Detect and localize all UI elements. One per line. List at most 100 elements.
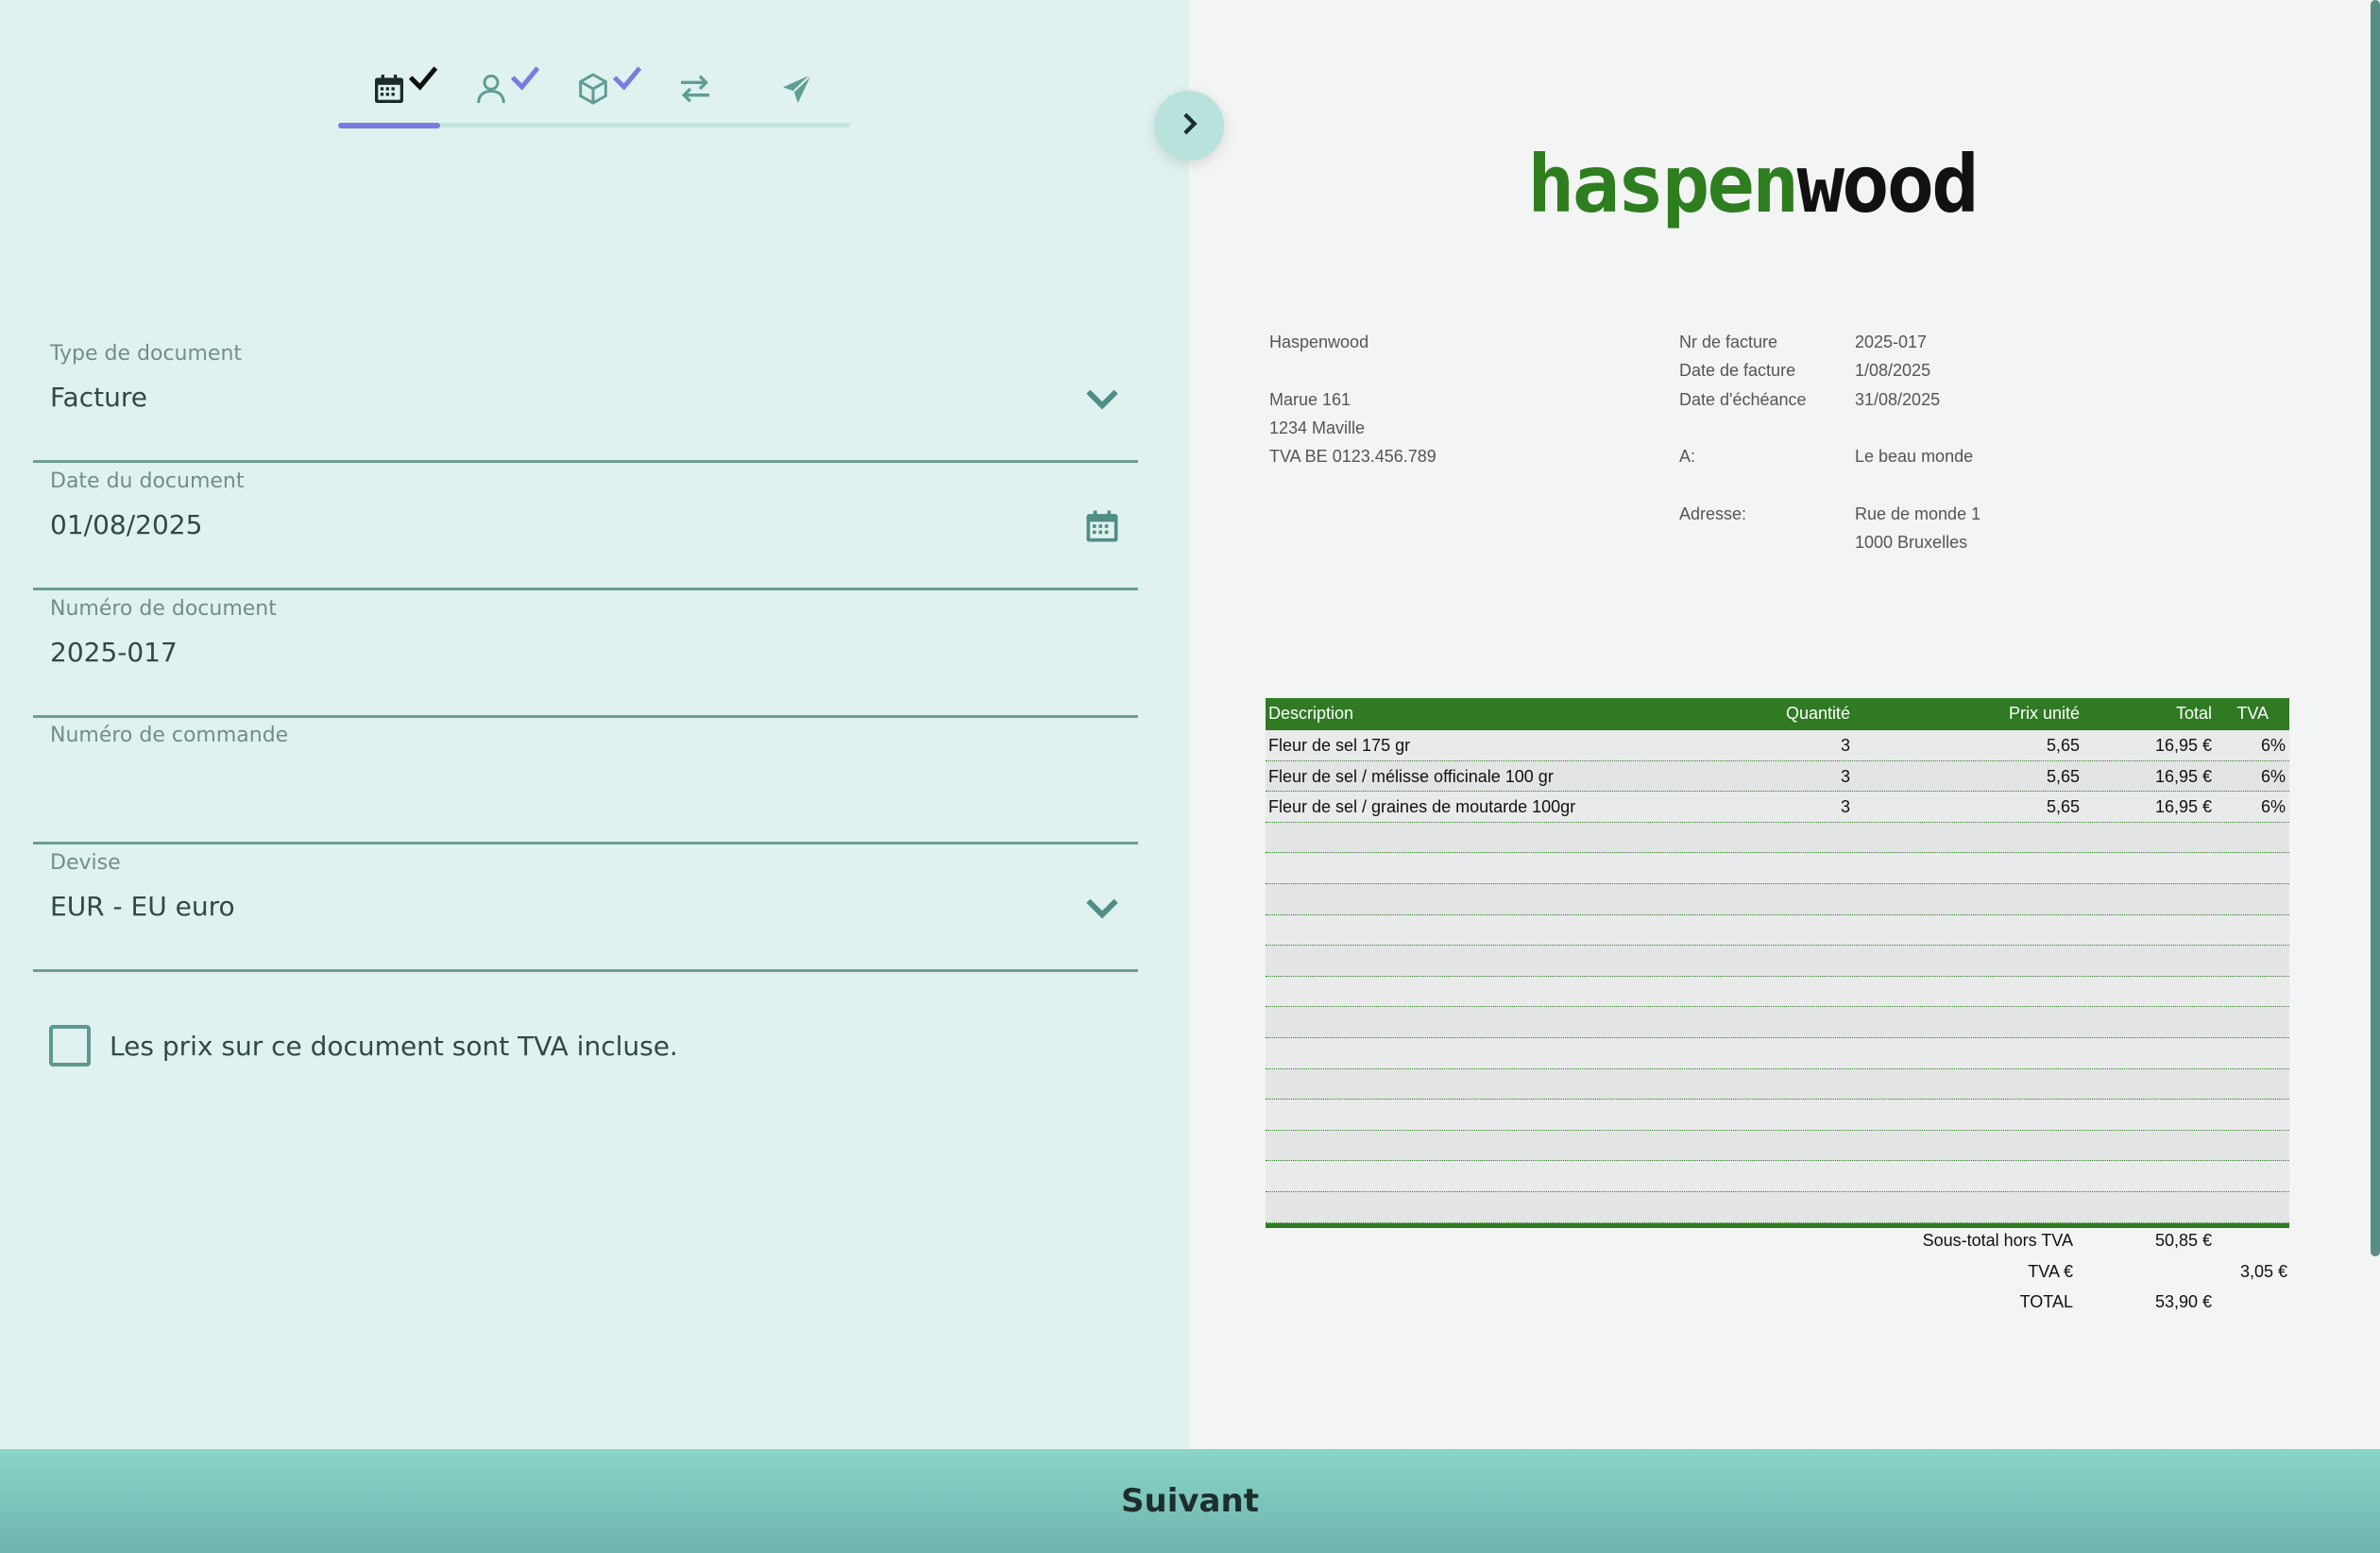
table-row: Fleur de sel / mélisse officinale 100 gr… [1266,760,2289,793]
line-vat: 6% [2260,797,2286,817]
company-name: Haspenwood [1269,333,1369,351]
table-row-empty [1266,1130,2289,1162]
line-quantity: 3 [1840,766,1850,786]
column-vat: TVA [2236,704,2269,723]
currency-label: Devise [50,851,121,875]
step-document-details[interactable] [338,57,440,125]
vat-total-value: 3,05 € [2239,1262,2287,1281]
check-icon [608,59,642,91]
document-number-field[interactable]: Numéro de document 2025-017 [33,591,1138,718]
grand-total-value: 53,90 € [2154,1292,2212,1311]
step-send[interactable] [746,57,848,125]
document-type-select[interactable]: Type de document Facture [33,336,1138,463]
vat-total-label: TVA € [2028,1262,2073,1281]
line-total: 16,95 € [2154,766,2212,786]
column-quantity: Quantité [1785,704,1850,723]
table-row-empty [1266,1037,2289,1069]
table-row-empty [1266,1068,2289,1101]
table-row-empty [1266,1161,2289,1192]
line-quantity: 3 [1840,736,1850,755]
document-number-label: Numéro de document [50,597,277,621]
chevron-right-icon [1173,108,1205,144]
address-line2: 1000 Bruxelles [1855,533,1968,552]
table-row-empty [1266,946,2289,977]
address-line1: Rue de monde 1 [1855,504,1981,523]
line-description: Fleur de sel / mélisse officinale 100 gr [1268,766,1554,786]
table-row: Fleur de sel / graines de moutarde 100gr… [1266,792,2289,823]
next-button-label: Suivant [1121,1482,1259,1520]
table-row-empty [1266,976,2289,1008]
step-navigation [338,57,850,132]
currency-value: EUR - EU euro [50,891,235,922]
document-number-value: 2025-017 [50,637,178,668]
vat-included-checkbox[interactable] [49,1025,91,1067]
step-active-indicator [338,123,440,128]
table-bottom-rule [1266,1222,2289,1228]
table-row-empty [1266,1100,2289,1131]
subtotal-label: Sous-total hors TVA [1922,1231,2073,1250]
step-customer[interactable] [440,57,542,125]
table-row-empty [1266,1007,2289,1038]
line-description: Fleur de sel / graines de moutarde 100gr [1268,797,1576,817]
user-icon [472,70,510,111]
line-quantity: 3 [1840,797,1850,817]
currency-select[interactable]: Devise EUR - EU euro [33,845,1138,972]
line-unit-price: 5,65 [2046,797,2080,817]
grand-total-label: TOTAL [2019,1292,2073,1311]
document-date-value: 01/08/2025 [50,509,203,540]
line-vat: 6% [2260,736,2286,755]
send-icon [778,70,816,111]
line-unit-price: 5,65 [2046,736,2080,755]
subtotal-value: 50,85 € [2154,1231,2212,1250]
logo-part-wood: wood [1796,138,1979,230]
line-total: 16,95 € [2154,797,2212,817]
recipient-value: Le beau monde [1855,447,1974,466]
invoice-number-value: 2025-017 [1855,333,1928,351]
exchange-icon [676,70,714,111]
calendar-icon [370,70,408,111]
address-label: Adresse: [1679,504,1747,523]
column-description: Description [1268,704,1354,723]
table-row-empty [1266,883,2289,915]
column-total: Total [2175,704,2212,723]
toggle-preview-button[interactable] [1154,91,1224,161]
check-icon [404,59,438,91]
table-row: Fleur de sel 175 gr 3 5,65 16,95 € 6% [1266,730,2289,761]
table-row-empty [1266,1191,2289,1223]
vat-included-option: Les prix sur ce document sont TVA inclus… [49,1025,678,1067]
table-header: Description Quantité Prix unité Total TV… [1266,698,2289,730]
box-icon [574,70,612,111]
chevron-down-icon [1081,887,1123,929]
column-unit-price: Prix unité [2008,704,2080,723]
invoice-lines-table: Description Quantité Prix unité Total TV… [1266,698,2289,1228]
invoice-date-value: 1/08/2025 [1855,361,1931,380]
table-row-empty [1266,914,2289,947]
document-date-field[interactable]: Date du document 01/08/2025 [33,464,1138,590]
due-date-label: Date d'échéance [1679,390,1807,409]
step-products[interactable] [542,57,644,125]
preview-scrollbar[interactable] [2371,0,2380,1256]
document-type-label: Type de document [50,342,243,366]
logo-part-haspen: haspen [1527,138,1799,230]
table-row-empty [1266,853,2289,884]
vat-included-label: Les prix sur ce document sont TVA inclus… [110,1030,678,1062]
document-type-value: Facture [50,382,147,413]
next-button[interactable]: Suivant [0,1449,2380,1553]
invoice-number-label: Nr de facture [1679,333,1778,351]
company-city: 1234 Maville [1269,418,1366,437]
editor-panel: Type de document Facture Date du documen… [0,0,1189,1449]
line-description: Fleur de sel 175 gr [1268,736,1411,755]
calendar-picker-icon[interactable] [1081,505,1123,547]
chevron-down-icon [1081,378,1123,419]
recipient-label: A: [1679,447,1696,466]
order-number-field[interactable]: Numéro de commande [33,718,1138,845]
table-row-empty [1266,822,2289,854]
table-body: Fleur de sel 175 gr 3 5,65 16,95 € 6% Fl… [1266,730,2289,1223]
invoice-date-label: Date de facture [1679,361,1796,380]
check-icon [506,59,540,91]
line-unit-price: 5,65 [2046,766,2080,786]
step-payment[interactable] [644,57,746,125]
company-logo: haspenwood [1527,142,2018,227]
line-total: 16,95 € [2154,736,2212,755]
document-date-label: Date du document [50,469,245,493]
